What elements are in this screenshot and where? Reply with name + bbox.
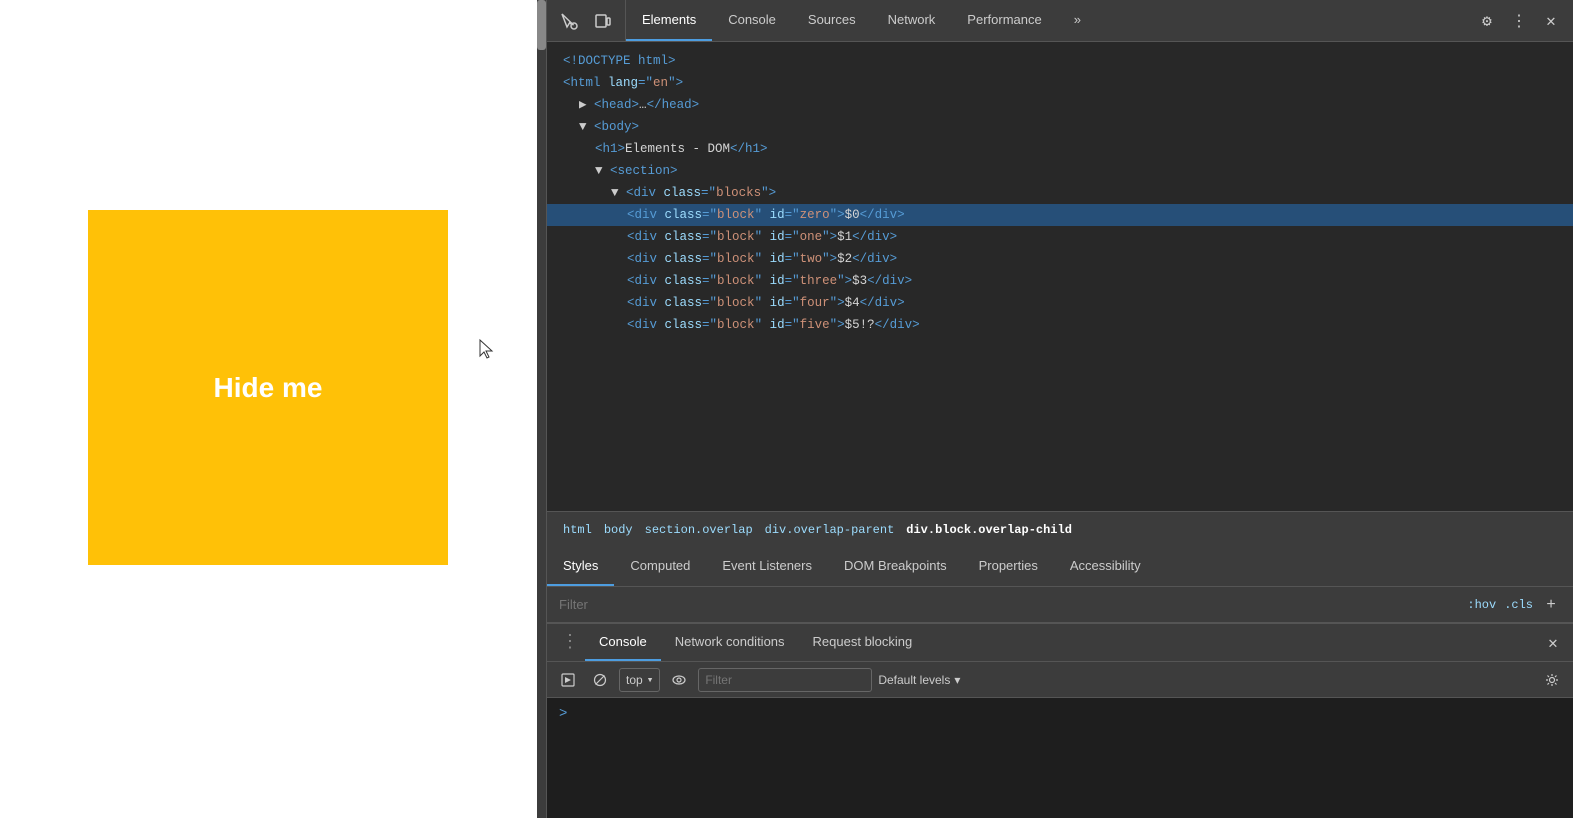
default-levels-selector[interactable]: Default levels ▾ — [878, 673, 960, 687]
devtools-tab-group: Elements Console Sources Network Perform… — [626, 0, 1465, 41]
tab-computed[interactable]: Computed — [614, 547, 706, 586]
breadcrumb-section[interactable]: section.overlap — [641, 523, 757, 537]
close-console-button[interactable]: ✕ — [1541, 631, 1565, 655]
tab-elements[interactable]: Elements — [626, 0, 712, 41]
left-scrollbar[interactable] — [537, 0, 546, 818]
console-filter-wrap — [698, 668, 872, 692]
console-toolbar: top ▾ Default levels ▾ — [547, 662, 1573, 698]
block-icon[interactable] — [587, 667, 613, 693]
yellow-box-text: Hide me — [214, 372, 323, 404]
context-selector[interactable]: top ▾ — [619, 668, 660, 692]
filter-right: :hov .cls + — [1467, 595, 1561, 615]
toolbar-icon-group — [547, 0, 626, 41]
dom-line[interactable]: <h1>Elements - DOM</h1> — [547, 138, 1573, 160]
dom-line[interactable]: ▶ <head>…</head> — [547, 94, 1573, 116]
console-panel: ⋮ Console Network conditions Request blo… — [547, 623, 1573, 818]
devtools-panel: Elements Console Sources Network Perform… — [547, 0, 1573, 818]
dom-line[interactable]: <div class="block" id="two">$2</div> — [547, 248, 1573, 270]
execute-icon[interactable] — [555, 667, 581, 693]
dom-line-selected[interactable]: <div class="block" id="zero">$0</div> — [547, 204, 1573, 226]
tab-sources[interactable]: Sources — [792, 0, 872, 41]
breadcrumb: html body section.overlap div.overlap-pa… — [547, 511, 1573, 547]
dom-line[interactable]: ▼ <div class="blocks"> — [547, 182, 1573, 204]
console-drag-handle[interactable]: ⋮ — [555, 634, 585, 652]
tab-network[interactable]: Network — [872, 0, 952, 41]
dom-line[interactable]: ▼ <body> — [547, 116, 1573, 138]
dom-line[interactable]: <div class="block" id="three">$3</div> — [547, 270, 1573, 292]
dom-line[interactable]: <!DOCTYPE html> — [547, 50, 1573, 72]
console-tabs-bar: ⋮ Console Network conditions Request blo… — [547, 624, 1573, 662]
more-tabs-button[interactable]: » — [1058, 0, 1097, 41]
left-scrollbar-thumb[interactable] — [537, 0, 546, 50]
more-options-icon[interactable]: ⋮ — [1505, 7, 1533, 35]
dom-line[interactable]: ▼ <section> — [547, 160, 1573, 182]
eye-icon[interactable] — [666, 667, 692, 693]
device-toolbar-icon[interactable] — [589, 7, 617, 35]
console-tab-request-blocking[interactable]: Request blocking — [799, 624, 927, 661]
breadcrumb-html[interactable]: html — [559, 523, 596, 537]
devtools-toolbar: Elements Console Sources Network Perform… — [547, 0, 1573, 42]
toolbar-right-actions: ⚙ ⋮ ✕ — [1465, 7, 1573, 35]
dom-panel: <!DOCTYPE html> <html lang="en"> ▶ <head… — [547, 42, 1573, 511]
dom-line[interactable]: <div class="block" id="one">$1</div> — [547, 226, 1573, 248]
breadcrumb-div-parent[interactable]: div.overlap-parent — [761, 523, 899, 537]
breadcrumb-div-child[interactable]: div.block.overlap-child — [902, 523, 1076, 537]
filter-input[interactable] — [559, 597, 1467, 612]
cls-filter-button[interactable]: .cls — [1504, 598, 1533, 612]
dom-line[interactable]: <div class="block" id="four">$4</div> — [547, 292, 1573, 314]
settings-icon[interactable]: ⚙ — [1473, 7, 1501, 35]
tab-event-listeners[interactable]: Event Listeners — [706, 547, 828, 586]
mouse-cursor — [478, 338, 498, 362]
dom-html-open: <html — [563, 76, 608, 90]
tab-properties[interactable]: Properties — [963, 547, 1054, 586]
inspect-element-icon[interactable] — [555, 7, 583, 35]
styles-tabs-bar: Styles Computed Event Listeners DOM Brea… — [547, 547, 1573, 587]
tab-performance[interactable]: Performance — [951, 0, 1057, 41]
yellow-box: Hide me — [88, 210, 448, 565]
console-tab-console[interactable]: Console — [585, 624, 661, 661]
dom-doctype: <!DOCTYPE html> — [563, 54, 676, 68]
console-settings-icon[interactable] — [1539, 667, 1565, 693]
hov-filter-button[interactable]: :hov — [1467, 598, 1496, 612]
tab-styles[interactable]: Styles — [547, 547, 614, 586]
console-filter-input[interactable] — [705, 673, 865, 687]
close-devtools-button[interactable]: ✕ — [1537, 7, 1565, 35]
console-prompt[interactable]: > — [559, 706, 567, 722]
tab-dom-breakpoints[interactable]: DOM Breakpoints — [828, 547, 963, 586]
breadcrumb-body[interactable]: body — [600, 523, 637, 537]
console-content: > — [547, 698, 1573, 818]
webpage-preview: Hide me — [0, 0, 547, 818]
dom-line[interactable]: <div class="block" id="five">$5!?</div> — [547, 314, 1573, 336]
add-style-button[interactable]: + — [1541, 595, 1561, 615]
tab-console[interactable]: Console — [712, 0, 792, 41]
tab-accessibility[interactable]: Accessibility — [1054, 547, 1157, 586]
console-tab-network-conditions[interactable]: Network conditions — [661, 624, 799, 661]
filter-bar: :hov .cls + — [547, 587, 1573, 623]
dom-line[interactable]: <html lang="en"> — [547, 72, 1573, 94]
